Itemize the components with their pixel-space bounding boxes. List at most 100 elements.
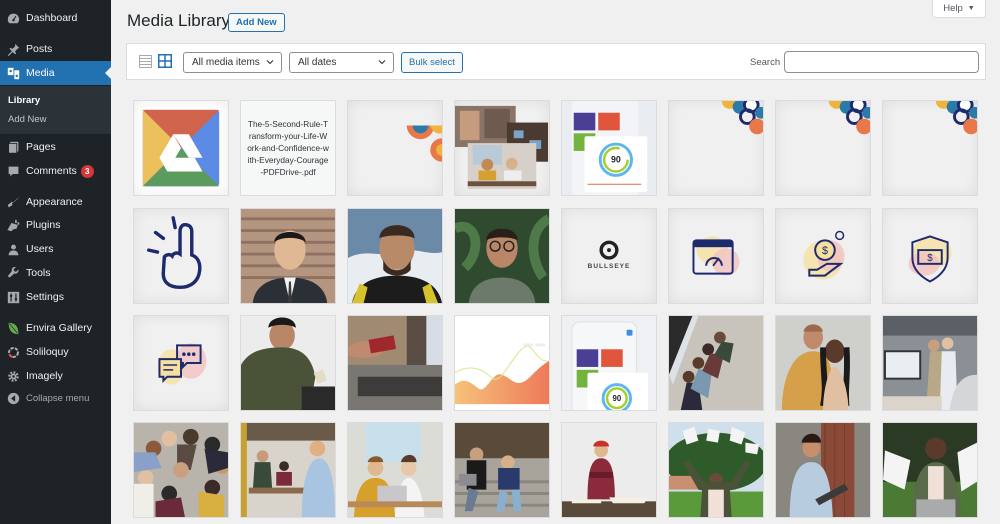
media-item[interactable]	[882, 100, 978, 196]
sidebar-item-plugins[interactable]: Plugins	[0, 213, 111, 237]
media-item[interactable]: 90	[561, 100, 657, 196]
list-view-icon[interactable]	[139, 55, 152, 68]
media-type-filter[interactable]: All media items	[183, 52, 282, 73]
user-icon	[6, 242, 20, 256]
sidebar-item-envira-gallery[interactable]: Envira Gallery	[0, 316, 111, 340]
media-item[interactable]	[240, 422, 336, 518]
grid-view-icon[interactable]	[158, 54, 172, 68]
sidebar-item-pages[interactable]: Pages	[0, 135, 111, 159]
media-item[interactable]	[775, 315, 871, 411]
media-item[interactable]	[240, 208, 336, 304]
excited-man-papers-thumbnail	[883, 423, 977, 517]
media-item[interactable]: BULLSEYE	[561, 208, 657, 304]
sidebar-item-imagely[interactable]: Imagely	[0, 364, 111, 388]
man-throwing-papers-thumbnail	[669, 423, 763, 517]
portrait-thumbnail	[241, 209, 335, 303]
document-filename: The-5-Second-Rule-Transform-your-Life-Wo…	[241, 101, 335, 195]
media-item[interactable]	[775, 422, 871, 518]
sidebar-item-posts[interactable]: Posts	[0, 37, 111, 61]
sidebar-item-label: Envira Gallery	[26, 322, 92, 334]
mobile-dashboard-thumbnail: 90	[562, 316, 656, 410]
wrench-icon	[6, 266, 20, 280]
media-item[interactable]	[454, 315, 550, 411]
media-item[interactable]	[668, 315, 764, 411]
google-drive-thumbnail	[142, 109, 220, 187]
media-item[interactable]: $	[775, 208, 871, 304]
media-item[interactable]: $	[882, 208, 978, 304]
sidebar-item-label: Appearance	[26, 196, 83, 208]
collapse-icon	[6, 391, 20, 405]
portrait-thumbnail	[348, 209, 442, 303]
media-item[interactable]	[347, 100, 443, 196]
media-item[interactable]	[668, 208, 764, 304]
media-item[interactable]	[775, 100, 871, 196]
man-with-card-thumbnail	[241, 316, 335, 410]
svg-text:90: 90	[612, 394, 621, 403]
comment-count-badge: 3	[80, 164, 94, 178]
add-new-button[interactable]: Add New	[228, 13, 285, 32]
collapse-menu-button[interactable]: Collapse menu	[0, 386, 111, 410]
media-item[interactable]	[133, 422, 229, 518]
svg-text:90: 90	[611, 155, 621, 165]
media-item-document[interactable]: The-5-Second-Rule-Transform-your-Life-Wo…	[240, 100, 336, 196]
sidebar-item-tools[interactable]: Tools	[0, 261, 111, 285]
team-hands-thumbnail	[134, 423, 228, 517]
media-item[interactable]	[133, 315, 229, 411]
office-team-thumbnail	[883, 316, 977, 410]
circle-pattern-thumbnail	[406, 125, 442, 162]
media-item[interactable]	[668, 422, 764, 518]
date-filter[interactable]: All dates	[289, 52, 394, 73]
media-item[interactable]	[133, 100, 229, 196]
pin-icon	[6, 42, 20, 56]
sidebar-item-users[interactable]: Users	[0, 237, 111, 261]
sidebar-item-settings[interactable]: Settings	[0, 285, 111, 309]
sidebar-item-soliloquy[interactable]: Soliloquy	[0, 340, 111, 364]
bullseye-logo-text: BULLSEYE	[587, 263, 631, 270]
media-item[interactable]	[347, 315, 443, 411]
students-laptop-thumbnail	[348, 423, 442, 517]
media-item[interactable]	[882, 422, 978, 518]
media-item[interactable]	[240, 315, 336, 411]
sidebar-item-label: Collapse menu	[26, 392, 90, 404]
media-item[interactable]: 90	[561, 315, 657, 411]
date-filter-value: All dates	[298, 57, 337, 68]
area-chart-thumbnail	[455, 316, 549, 410]
sidebar-item-media[interactable]: Media	[0, 61, 111, 85]
bulk-select-button[interactable]: Bulk select	[401, 52, 463, 73]
man-at-desk-thumbnail	[562, 423, 656, 517]
active-indicator	[105, 67, 111, 79]
submenu-item-library[interactable]: Library	[8, 95, 40, 106]
submenu-item-add-new[interactable]: Add New	[8, 114, 47, 125]
media-icon	[6, 66, 20, 80]
circle-pattern-thumbnail	[935, 101, 977, 135]
sidebar-item-label: Settings	[26, 291, 64, 303]
media-item[interactable]	[561, 422, 657, 518]
sidebar-item-label: Comments	[26, 165, 77, 177]
media-item[interactable]	[454, 208, 550, 304]
gear-icon	[6, 369, 20, 383]
shield-money-icon-thumbnail: $	[908, 235, 952, 283]
sidebar-item-label: Pages	[26, 141, 56, 153]
sidebar-item-appearance[interactable]: Appearance	[0, 190, 111, 214]
media-item[interactable]	[454, 422, 550, 518]
paintbrush-icon	[6, 195, 20, 209]
comment-icon	[6, 164, 20, 178]
settings-icon	[6, 290, 20, 304]
media-item[interactable]	[347, 208, 443, 304]
help-button[interactable]: Help ▼	[932, 0, 986, 18]
caret-down-icon: ▼	[967, 5, 975, 12]
sidebar-item-label: Dashboard	[26, 12, 78, 24]
media-item[interactable]	[668, 100, 764, 196]
ring-icon	[6, 345, 20, 359]
media-item[interactable]	[347, 422, 443, 518]
media-item[interactable]	[882, 315, 978, 411]
sidebar-item-comments[interactable]: Comments 3	[0, 159, 111, 183]
sidebar-item-dashboard[interactable]: Dashboard	[0, 6, 111, 30]
hand-pointing-thumbnail	[146, 216, 202, 290]
couple-thumbnail	[776, 316, 870, 410]
media-item[interactable]	[454, 100, 550, 196]
help-label: Help	[943, 3, 963, 14]
search-input[interactable]	[784, 51, 979, 73]
chat-bubbles-icon-thumbnail	[157, 343, 207, 385]
media-item[interactable]	[133, 208, 229, 304]
